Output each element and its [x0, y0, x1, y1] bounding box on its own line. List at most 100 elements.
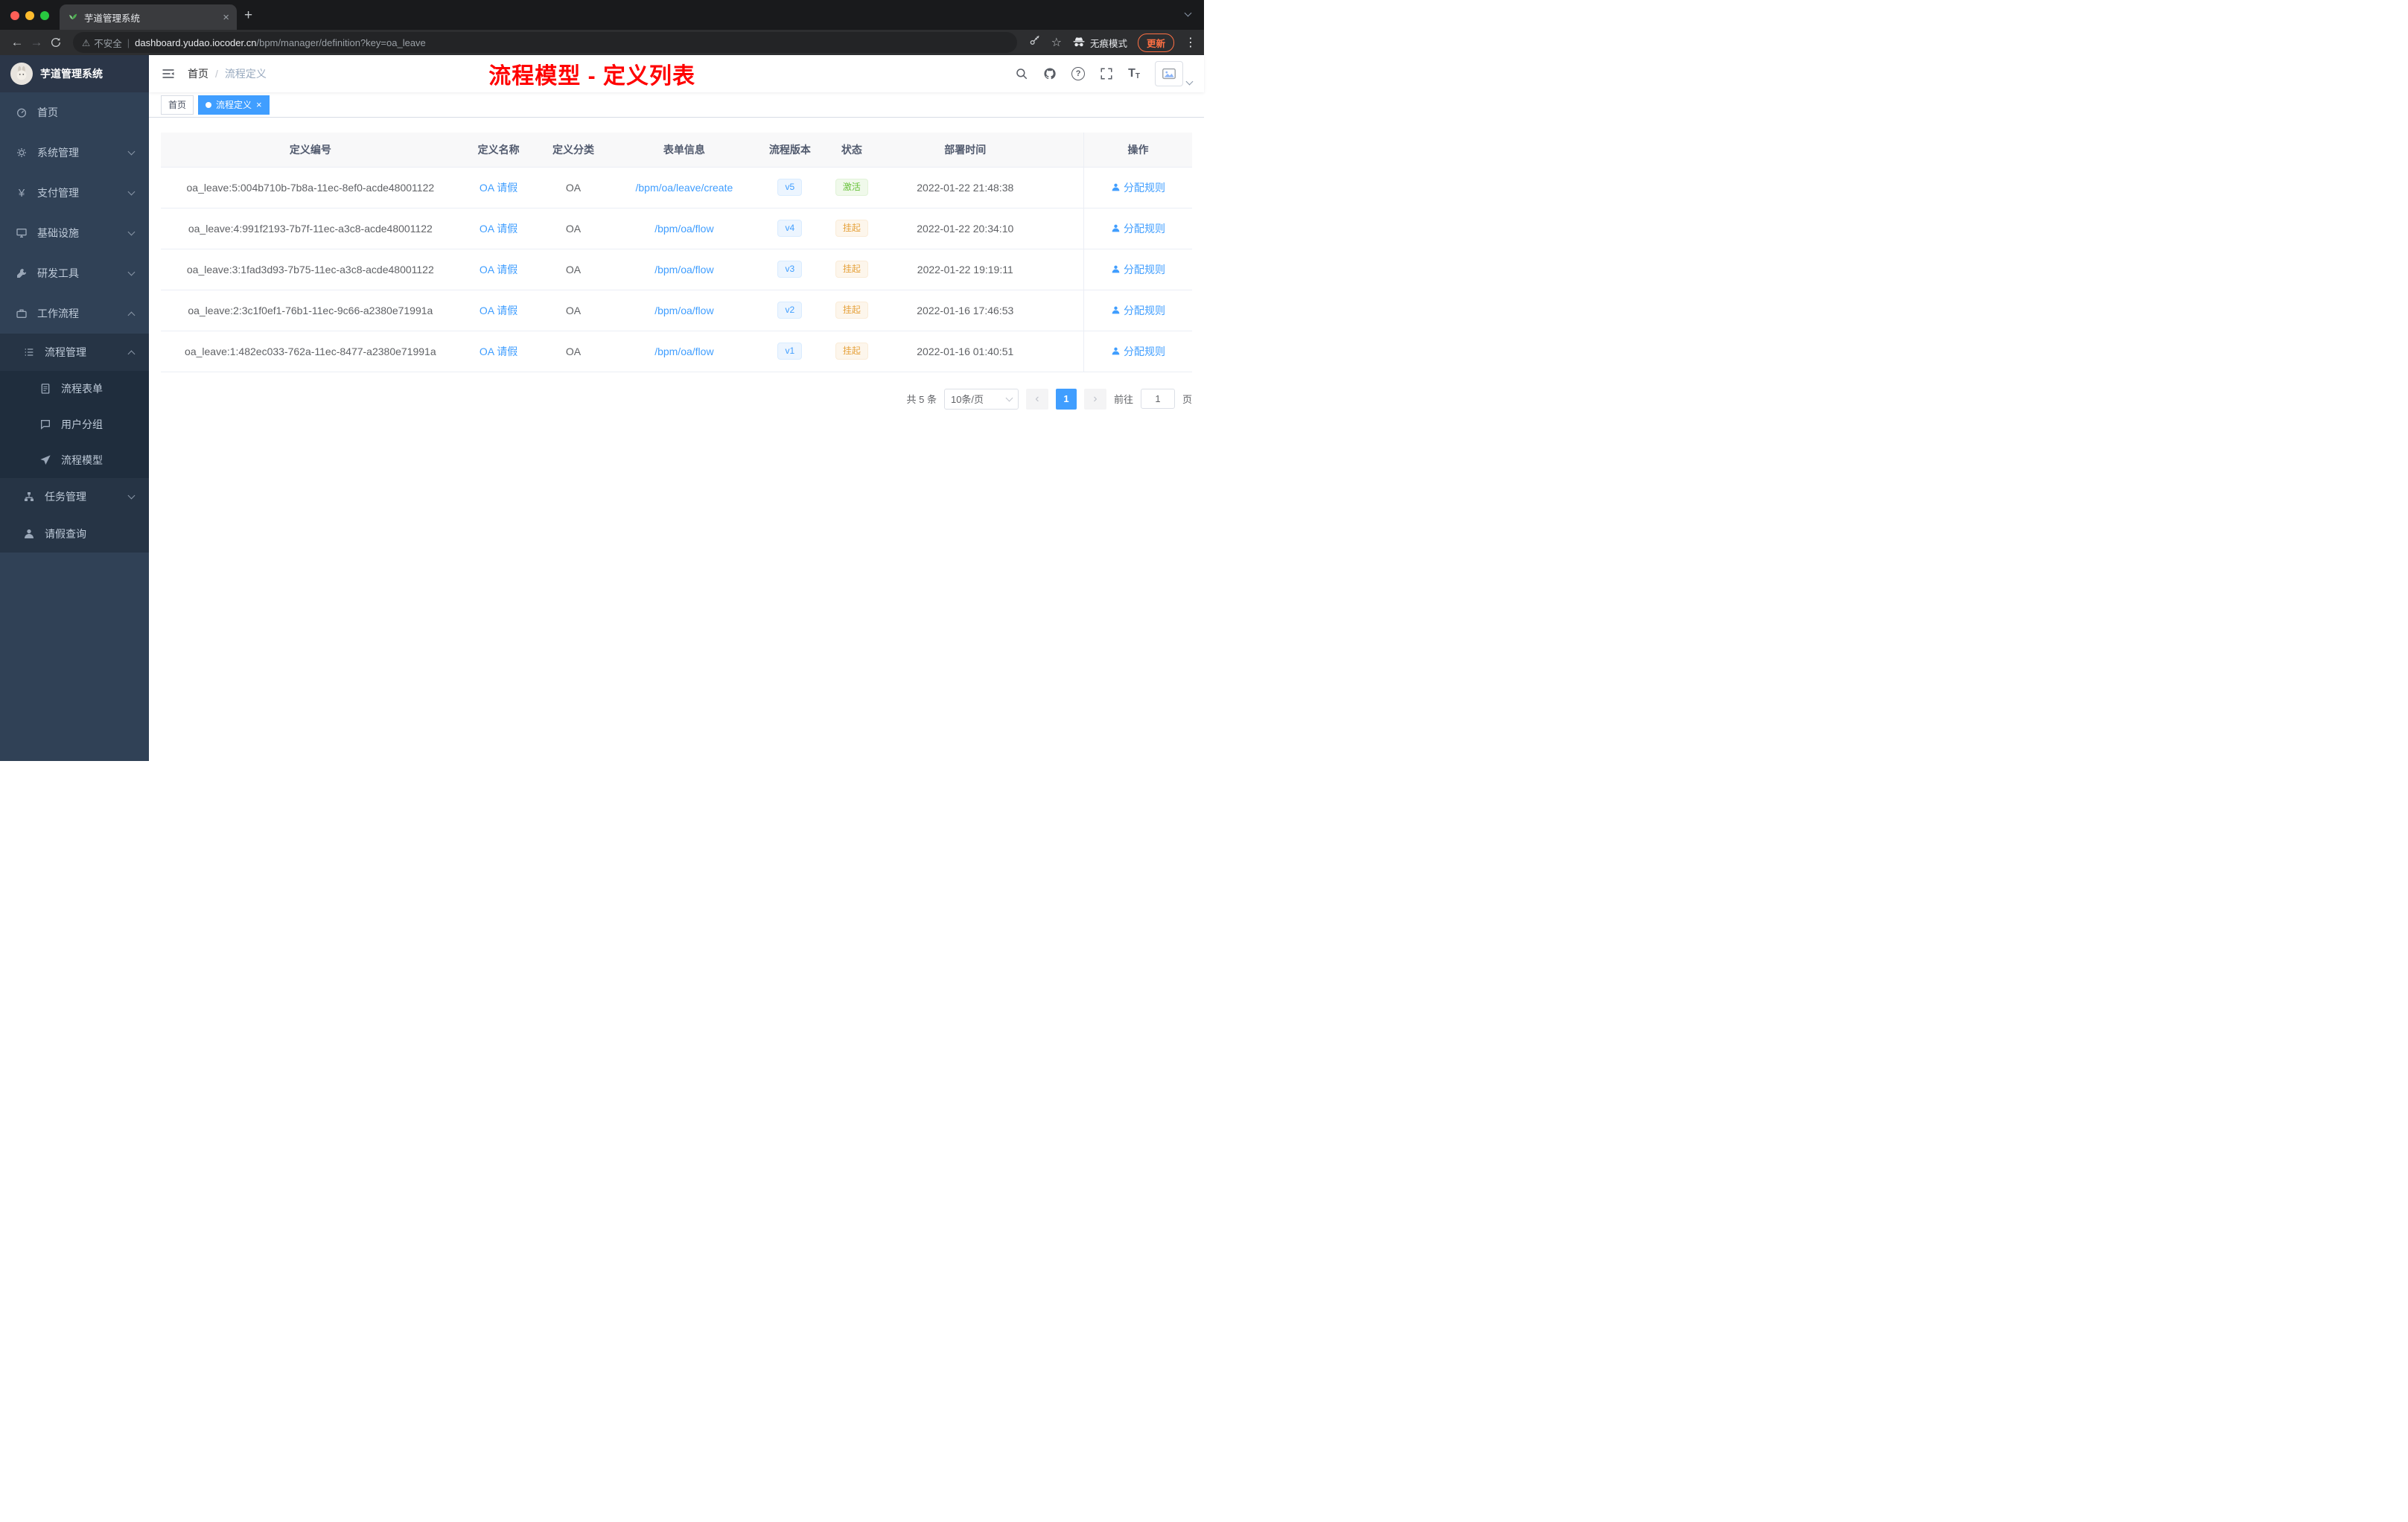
sidebar-item-process-form[interactable]: 流程表单	[0, 371, 149, 407]
active-dot	[206, 101, 212, 108]
user-avatar-menu[interactable]	[1155, 61, 1194, 86]
minimize-window-button[interactable]	[25, 11, 34, 20]
sidebar-item-label: 首页	[37, 106, 58, 118]
github-icon[interactable]	[1043, 67, 1057, 80]
bookmark-star-icon[interactable]: ☆	[1051, 35, 1062, 50]
definition-name-link[interactable]: OA 请假	[480, 264, 517, 276]
tags-view-bar: 首页 流程定义 ×	[149, 92, 1204, 118]
chevron-down-icon	[127, 147, 136, 156]
sidebar-item-label: 流程管理	[45, 346, 86, 358]
browser-tab[interactable]: 芋道管理系统 ×	[60, 4, 237, 30]
form-link[interactable]: /bpm/oa/flow	[654, 223, 713, 235]
gear-icon	[15, 147, 28, 159]
col-header-name: 定义名称	[459, 133, 538, 168]
address-bar[interactable]: ⚠ 不安全 | dashboard.yudao.iocoder.cn/bpm/m…	[73, 32, 1017, 53]
security-label: 不安全	[94, 38, 122, 49]
definition-table: 定义编号 定义名称 定义分类 表单信息 流程版本 状态 部署时间 操作 oa_l…	[161, 133, 1192, 372]
definition-name-link[interactable]: OA 请假	[480, 346, 517, 357]
sidebar-item-workflow[interactable]: 工作流程	[0, 293, 149, 334]
sidebar-item-payment[interactable]: ¥ 支付管理	[0, 173, 149, 213]
form-link[interactable]: /bpm/oa/flow	[654, 264, 713, 276]
assign-rule-link[interactable]: 分配规则	[1111, 180, 1165, 195]
search-icon[interactable]	[1015, 67, 1028, 80]
form-link[interactable]: /bpm/oa/flow	[654, 305, 713, 316]
sidebar-item-label: 请假查询	[45, 528, 86, 540]
sidebar-item-task-mgmt[interactable]: 任务管理	[0, 478, 149, 515]
update-button[interactable]: 更新	[1137, 33, 1174, 52]
list-icon	[22, 346, 36, 358]
cell-definition-id: oa_leave:2:3c1f0ef1-76b1-11ec-9c66-a2380…	[161, 290, 460, 331]
cell-category: OA	[537, 208, 610, 249]
chat-icon	[39, 418, 52, 430]
fullscreen-icon[interactable]	[1100, 67, 1113, 80]
top-navbar: 首页 / 流程定义 流程模型 - 定义列表 ? TT	[149, 55, 1204, 92]
user-icon	[1112, 347, 1120, 355]
new-tab-button[interactable]: +	[244, 7, 252, 24]
tab-title: 芋道管理系统	[84, 13, 141, 24]
security-status[interactable]: ⚠ 不安全	[82, 36, 122, 50]
tab-close-icon[interactable]: ×	[223, 11, 229, 24]
sidebar-item-system[interactable]: 系统管理	[0, 133, 149, 173]
sidebar-item-user-group[interactable]: 用户分组	[0, 407, 149, 442]
sidebar-item-process-mgmt[interactable]: 流程管理	[0, 334, 149, 371]
assign-rule-link[interactable]: 分配规则	[1111, 221, 1165, 236]
form-link[interactable]: /bpm/oa/leave/create	[636, 182, 733, 194]
page-content: 定义编号 定义名称 定义分类 表单信息 流程版本 状态 部署时间 操作 oa_l…	[149, 118, 1204, 761]
prev-page-button[interactable]: ‹	[1025, 388, 1048, 410]
sidebar-item-leave-query[interactable]: 请假查询	[0, 515, 149, 553]
key-icon[interactable]	[1029, 35, 1041, 51]
cell-deploy-time: 2022-01-22 20:34:10	[882, 208, 1048, 249]
font-size-icon[interactable]: TT	[1128, 67, 1140, 80]
cell-deploy-time: 2022-01-22 21:48:38	[882, 167, 1048, 208]
table-row: oa_leave:1:482ec033-762a-11ec-8477-a2380…	[161, 331, 1192, 372]
cell-category: OA	[537, 167, 610, 208]
assign-rule-link[interactable]: 分配规则	[1111, 303, 1165, 318]
hamburger-icon[interactable]	[161, 66, 176, 81]
page-size-select[interactable]: 10条/页	[943, 388, 1019, 410]
sidebar-item-infra[interactable]: 基础设施	[0, 213, 149, 253]
logo-avatar	[10, 63, 33, 85]
total-count: 共 5 条	[906, 394, 937, 405]
assign-rule-link[interactable]: 分配规则	[1111, 262, 1165, 277]
page-number-current[interactable]: 1	[1055, 388, 1077, 410]
tag-close-icon[interactable]: ×	[256, 100, 262, 109]
help-icon[interactable]: ?	[1071, 67, 1086, 80]
cell-deploy-time: 2022-01-22 19:19:11	[882, 249, 1048, 290]
warning-icon: ⚠	[82, 37, 91, 48]
back-button[interactable]: ←	[7, 33, 27, 52]
sidebar-item-label: 支付管理	[37, 187, 79, 199]
chevron-down-icon	[1005, 394, 1013, 401]
definition-name-link[interactable]: OA 请假	[480, 182, 517, 194]
sidebar-item-devtools[interactable]: 研发工具	[0, 253, 149, 293]
tag-home[interactable]: 首页	[161, 95, 194, 115]
form-link[interactable]: /bpm/oa/flow	[654, 346, 713, 357]
close-window-button[interactable]	[10, 11, 19, 20]
breadcrumb-separator: /	[215, 68, 218, 80]
sidebar-item-home[interactable]: 首页	[0, 92, 149, 133]
window-controls[interactable]	[10, 11, 49, 20]
sidebar-item-label: 基础设施	[37, 227, 79, 239]
chevron-down-icon	[1185, 77, 1194, 86]
definition-name-link[interactable]: OA 请假	[480, 305, 517, 316]
definition-name-link[interactable]: OA 请假	[480, 223, 517, 235]
col-header-version: 流程版本	[759, 133, 821, 168]
browser-menu-icon[interactable]: ⋮	[1185, 35, 1197, 50]
tag-process-definition[interactable]: 流程定义 ×	[198, 95, 270, 115]
sidebar-item-label: 流程模型	[61, 454, 103, 466]
goto-page-input[interactable]	[1140, 389, 1175, 409]
wrench-icon	[15, 267, 28, 279]
table-row: oa_leave:2:3c1f0ef1-76b1-11ec-9c66-a2380…	[161, 290, 1192, 331]
next-page-button[interactable]: ›	[1083, 388, 1106, 410]
maximize-window-button[interactable]	[40, 11, 49, 20]
pagination: 共 5 条 10条/页 ‹ 1 › 前往 页	[161, 388, 1192, 410]
tab-search-icon[interactable]	[1184, 6, 1192, 19]
version-badge: v4	[777, 219, 803, 238]
breadcrumb-home[interactable]: 首页	[188, 66, 208, 81]
status-badge: 挂起	[835, 219, 868, 238]
sidebar-item-process-model[interactable]: 流程模型	[0, 442, 149, 478]
assign-rule-link[interactable]: 分配规则	[1111, 344, 1165, 359]
table-row: oa_leave:5:004b710b-7b8a-11ec-8ef0-acde4…	[161, 167, 1192, 208]
forward-button[interactable]: →	[27, 33, 46, 52]
version-badge: v5	[777, 178, 803, 197]
reload-button[interactable]	[46, 33, 66, 52]
